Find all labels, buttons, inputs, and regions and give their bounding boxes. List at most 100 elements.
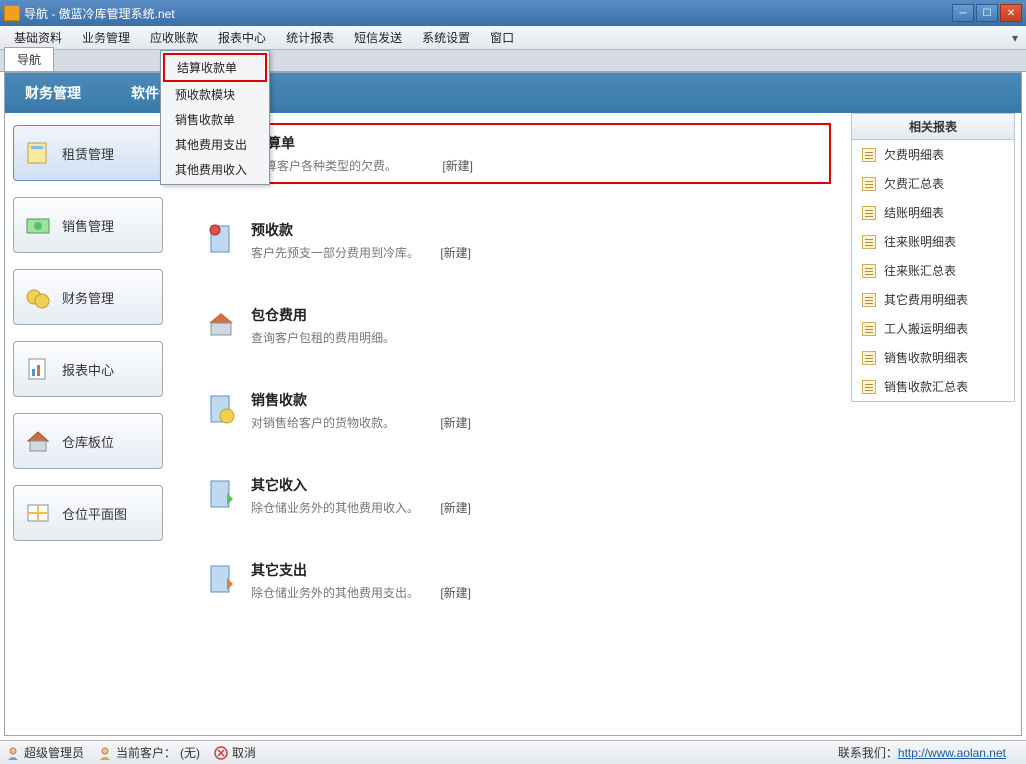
floorplan-icon (24, 499, 52, 527)
sidebar-item-label: 租赁管理 (62, 144, 114, 163)
dropdown-item-other-expense[interactable]: 其他费用支出 (163, 132, 267, 157)
menu-settings[interactable]: 系统设置 (412, 26, 480, 49)
card-title: 销售收款 (251, 390, 823, 410)
card-other-expense[interactable]: 其它支出 除仓储业务外的其他费用支出。 [新建] (195, 552, 831, 609)
card-title: 结算单 (253, 133, 821, 153)
report-item[interactable]: 往来账明细表 (852, 227, 1014, 256)
section-title: 财务管理 (25, 83, 81, 103)
prepayment-icon (203, 220, 239, 256)
report-center-icon (24, 355, 52, 383)
sidebar-item-sales[interactable]: 销售管理 (13, 197, 163, 253)
card-list: + 结算单 结算客户各种类型的欠费。 [新建] 预收款 (175, 113, 851, 735)
report-item[interactable]: 欠费汇总表 (852, 169, 1014, 198)
card-sales-receipt[interactable]: 销售收款 对销售给客户的货物收款。 [新建] (195, 382, 831, 439)
statusbar: 超级管理员 当前客户： (无) 取消 联系我们： http://www.aola… (0, 740, 1026, 764)
maximize-button[interactable]: ☐ (976, 4, 998, 22)
report-icon (862, 235, 876, 249)
dropdown-item-settlement-receipt[interactable]: 结算收款单 (163, 53, 267, 82)
main-panel: 财务管理 软件试用版本 v5.2 租赁管理 销售管理 财务管理 (4, 72, 1022, 736)
menu-stat-reports[interactable]: 统计报表 (276, 26, 344, 49)
report-icon (862, 293, 876, 307)
status-cancel[interactable]: 取消 (214, 744, 256, 761)
new-link[interactable]: [新建] (440, 414, 471, 431)
sales-icon (24, 211, 52, 239)
new-link[interactable]: [新建] (440, 499, 471, 516)
menu-sms[interactable]: 短信发送 (344, 26, 412, 49)
card-desc: 客户先预支一部分费用到冷库。 (251, 244, 419, 261)
report-icon (862, 177, 876, 191)
report-item[interactable]: 销售收款汇总表 (852, 372, 1014, 401)
card-title: 预收款 (251, 220, 823, 240)
minimize-button[interactable]: ─ (952, 4, 974, 22)
sidebar-item-warehouse[interactable]: 仓库板位 (13, 413, 163, 469)
package-fee-icon (203, 305, 239, 341)
sidebar-item-label: 财务管理 (62, 288, 114, 307)
sidebar-item-report-center[interactable]: 报表中心 (13, 341, 163, 397)
report-icon (862, 380, 876, 394)
cancel-icon (214, 746, 228, 760)
dropdown-item-sales-receipt[interactable]: 销售收款单 (163, 107, 267, 132)
sidebar-item-floorplan[interactable]: 仓位平面图 (13, 485, 163, 541)
card-desc: 除仓储业务外的其他费用收入。 (251, 499, 419, 516)
sidebar-item-lease[interactable]: 租赁管理 (13, 125, 163, 181)
report-item[interactable]: 欠费明细表 (852, 140, 1014, 169)
report-icon (862, 322, 876, 336)
titlebar: 导航 - 傲蓝冷库管理系统.net ─ ☐ ✕ (0, 0, 1026, 26)
card-prepayment[interactable]: 预收款 客户先预支一部分费用到冷库。 [新建] (195, 212, 831, 269)
status-user: 超级管理员 (6, 744, 84, 761)
report-item[interactable]: 往来账汇总表 (852, 256, 1014, 285)
card-desc: 除仓储业务外的其他费用支出。 (251, 584, 419, 601)
sidebar-item-label: 销售管理 (62, 216, 114, 235)
other-income-icon (203, 475, 239, 511)
report-item[interactable]: 其它费用明细表 (852, 285, 1014, 314)
card-desc: 对销售给客户的货物收款。 (251, 414, 395, 431)
menu-business[interactable]: 业务管理 (72, 26, 140, 49)
card-title: 其它支出 (251, 560, 823, 580)
finance-icon (24, 283, 52, 311)
sidebar: 租赁管理 销售管理 财务管理 报表中心 (5, 113, 175, 735)
app-icon (4, 5, 20, 21)
report-icon (862, 148, 876, 162)
new-link[interactable]: [新建] (440, 244, 471, 261)
status-contact: 联系我们： http://www.aolan.net (838, 744, 1006, 761)
reports-title: 相关报表 (852, 114, 1014, 140)
other-expense-icon (203, 560, 239, 596)
sidebar-item-finance[interactable]: 财务管理 (13, 269, 163, 325)
close-button[interactable]: ✕ (1000, 4, 1022, 22)
status-customer: 当前客户： (无) (98, 744, 200, 761)
new-link[interactable]: [新建] (440, 584, 471, 601)
receivables-dropdown: 结算收款单 预收款模块 销售收款单 其他费用支出 其他费用收入 (160, 50, 270, 185)
report-icon (862, 206, 876, 220)
card-settlement[interactable]: + 结算单 结算客户各种类型的欠费。 [新建] (195, 123, 831, 184)
lease-icon (24, 139, 52, 167)
card-desc: 结算客户各种类型的欠费。 (253, 157, 397, 174)
dropdown-item-other-income[interactable]: 其他费用收入 (163, 157, 267, 182)
customer-icon (98, 746, 112, 760)
header-band: 财务管理 软件试用版本 v5.2 (5, 73, 1021, 113)
tabstrip: 导航 (0, 50, 1026, 72)
report-item[interactable]: 工人搬运明细表 (852, 314, 1014, 343)
contact-link[interactable]: http://www.aolan.net (898, 746, 1006, 760)
tab-nav[interactable]: 导航 (4, 47, 54, 71)
menu-basic-data[interactable]: 基础资料 (4, 26, 72, 49)
menubar-expander-icon[interactable]: ▾ (1008, 31, 1022, 45)
menu-window[interactable]: 窗口 (480, 26, 524, 49)
sidebar-item-label: 报表中心 (62, 360, 114, 379)
sidebar-item-label: 仓库板位 (62, 432, 114, 451)
menubar: 基础资料 业务管理 应收账款 报表中心 统计报表 短信发送 系统设置 窗口 ▾ (0, 26, 1026, 50)
report-icon (862, 351, 876, 365)
content-area: 租赁管理 销售管理 财务管理 报表中心 (5, 113, 1021, 735)
sidebar-item-label: 仓位平面图 (62, 504, 127, 523)
warehouse-icon (24, 427, 52, 455)
card-other-income[interactable]: 其它收入 除仓储业务外的其他费用收入。 [新建] (195, 467, 831, 524)
menu-report-center[interactable]: 报表中心 (208, 26, 276, 49)
card-title: 其它收入 (251, 475, 823, 495)
menu-receivables[interactable]: 应收账款 (140, 26, 208, 49)
new-link[interactable]: [新建] (442, 157, 473, 174)
report-item[interactable]: 销售收款明细表 (852, 343, 1014, 372)
reports-panel: 相关报表 欠费明细表 欠费汇总表 结账明细表 往来账明细表 往来账汇总表 其它费… (851, 113, 1021, 735)
dropdown-item-prepayment-module[interactable]: 预收款模块 (163, 82, 267, 107)
card-package-fee[interactable]: 包仓费用 查询客户包租的费用明细。 (195, 297, 831, 354)
card-desc: 查询客户包租的费用明细。 (251, 329, 395, 346)
report-item[interactable]: 结账明细表 (852, 198, 1014, 227)
